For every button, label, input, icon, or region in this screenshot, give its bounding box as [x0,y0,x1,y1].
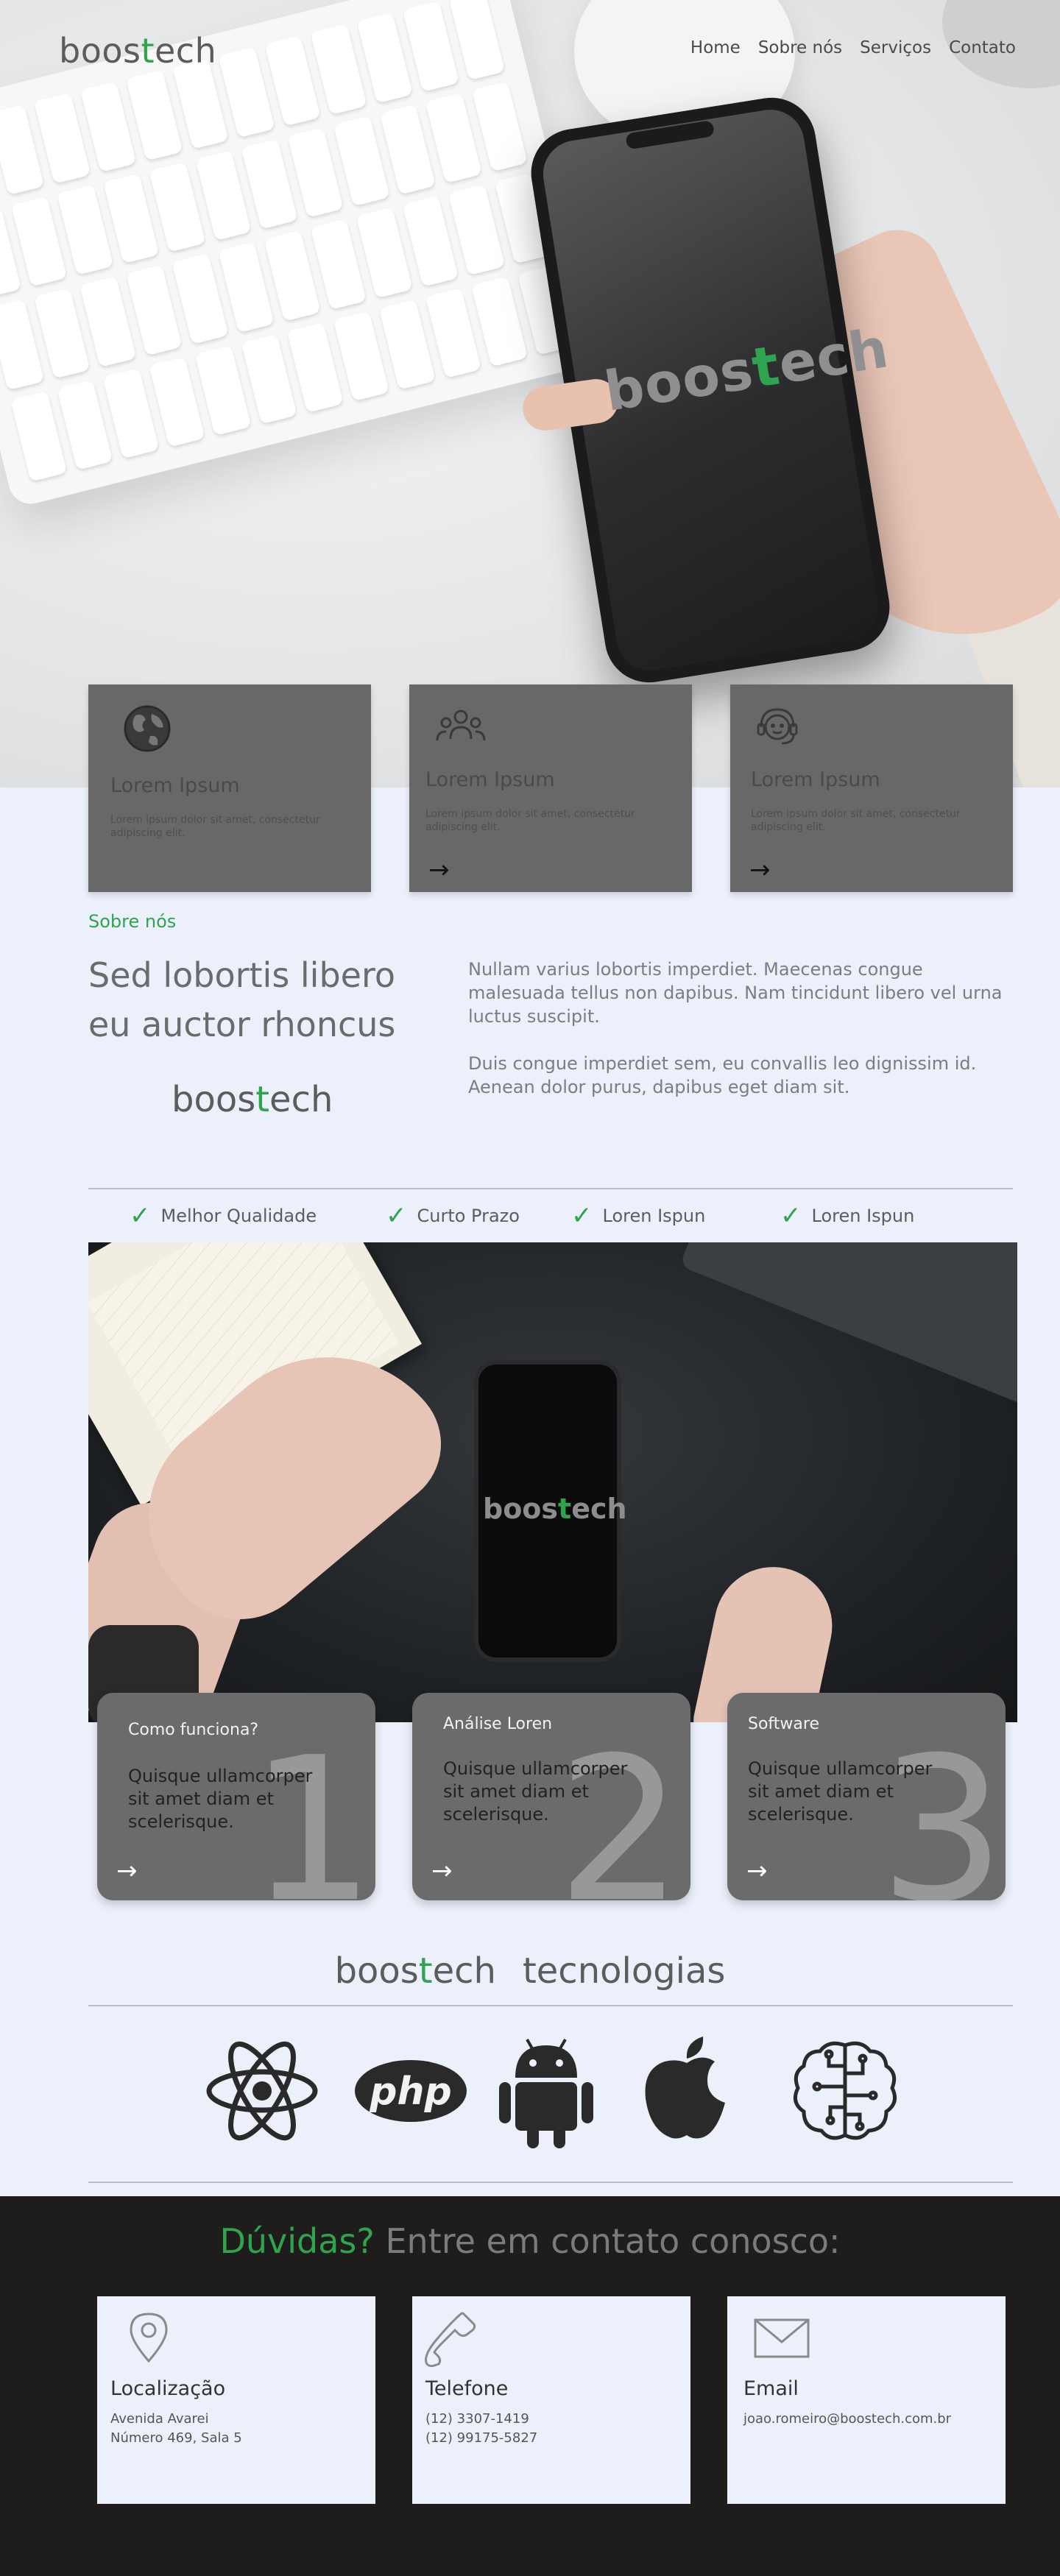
about-logo: boostech [172,1079,333,1120]
workspace-image: boostech [88,1242,1017,1722]
contact-card-line: (12) 3307-1419 [425,2411,529,2427]
arrow-right-icon[interactable]: → [431,1856,453,1886]
contact-card-title: Telefone [425,2377,509,2400]
step-card[interactable]: 1 Como funciona? Quisque ullamcorper sit… [97,1693,375,1900]
arrow-right-icon[interactable]: → [746,1856,768,1886]
arrow-right-icon[interactable]: → [428,855,450,885]
contact-heading: Dúvidas? Entre em contato conosco: [219,2221,841,2261]
section-tag: Sobre nós [88,911,177,932]
step-desc: Quisque ullamcorper sit amet diam et sce… [443,1758,628,1825]
phone-icon [425,2312,476,2367]
step-title: Análise Loren [443,1715,553,1733]
location-pin-icon [130,2313,168,2363]
contact-card-phone: Telefone (12) 3307-1419 (12) 99175-5827 [412,2296,690,2504]
nav-servicos[interactable]: Serviços [860,38,931,57]
feature-title: Lorem Ipsum [751,768,880,791]
contact-card-location: Localização Avenida Avarei Número 469, S… [97,2296,375,2504]
contact-card-email: Email joao.romeiro@boostech.com.br [727,2296,1006,2504]
contact-card-line: (12) 99175-5827 [425,2430,538,2446]
feature-desc: Lorem ipsum dolor sit amet, consectetur … [425,808,635,834]
check-icon: ✓ [571,1201,593,1231]
php-icon: php [353,2028,468,2154]
about-paragraph: Nullam varius lobortis imperdiet. Maecen… [468,959,1003,1027]
contact-card-title: Localização [110,2377,226,2400]
contact-email-link[interactable]: joao.romeiro@boostech.com.br [743,2411,951,2427]
check-icon: ✓ [386,1201,407,1231]
feature-card[interactable]: Lorem Ipsum Lorem ipsum dolor sit amet, … [88,684,371,892]
step-title: Como funciona? [128,1721,259,1739]
arrow-right-icon[interactable]: → [749,855,771,885]
nav-home[interactable]: Home [690,38,741,57]
divider [88,2182,1013,2183]
benefit-item: ✓ Loren Ispun [780,1201,915,1231]
step-title: Software [748,1715,819,1733]
team-icon [436,710,486,741]
check-icon: ✓ [130,1201,151,1231]
phone-screen-logo: boostech [483,1493,627,1525]
feature-desc: Lorem ipsum dolor sit amet, consectetur … [751,808,961,834]
email-icon [754,2318,810,2358]
nav-sobre[interactable]: Sobre nós [758,38,842,57]
benefit-item: ✓ Melhor Qualidade [130,1201,317,1231]
about-paragraph: Duis congue imperdiet sem, eu convallis … [468,1053,977,1097]
divider [88,1188,1013,1189]
arrow-right-icon[interactable]: → [116,1856,138,1886]
step-card[interactable]: 3 Software Quisque ullamcorper sit amet … [727,1693,1006,1900]
about-heading: Sed lobortis libero eu auctor rhoncus [88,955,396,1044]
step-card[interactable]: 2 Análise Loren Quisque ullamcorper sit … [412,1693,690,1900]
site-logo[interactable]: boostech [59,31,216,71]
react-atom-icon [203,2028,321,2154]
feature-card[interactable]: Lorem Ipsum Lorem ipsum dolor sit amet, … [730,684,1013,892]
apple-icon [635,2028,738,2154]
feature-title: Lorem Ipsum [110,774,240,797]
android-icon [495,2028,598,2154]
headset-icon [757,708,798,745]
main-nav: Home Sobre nós Serviços Contato [690,38,1016,57]
globe-icon [124,705,171,752]
tech-title: boostech tecnologias [334,1950,726,1992]
divider [88,2005,1013,2006]
brain-icon [786,2028,904,2154]
keyboard-image [0,0,601,509]
benefit-item: ✓ Curto Prazo [386,1201,520,1231]
feature-card[interactable]: Lorem Ipsum Lorem ipsum dolor sit amet, … [409,684,692,892]
step-desc: Quisque ullamcorper sit amet diam et sce… [748,1758,933,1825]
contact-card-line: Número 469, Sala 5 [110,2430,242,2446]
check-icon: ✓ [780,1201,802,1231]
step-desc: Quisque ullamcorper sit amet diam et sce… [128,1766,313,1833]
feature-title: Lorem Ipsum [425,768,555,791]
contact-card-title: Email [743,2377,799,2400]
feature-desc: Lorem ipsum dolor sit amet, consectetur … [110,814,320,840]
nav-contato[interactable]: Contato [949,38,1016,57]
hero-image: boostech [0,0,1060,788]
benefit-item: ✓ Loren Ispun [571,1201,706,1231]
contact-card-line: Avenida Avarei [110,2411,209,2427]
